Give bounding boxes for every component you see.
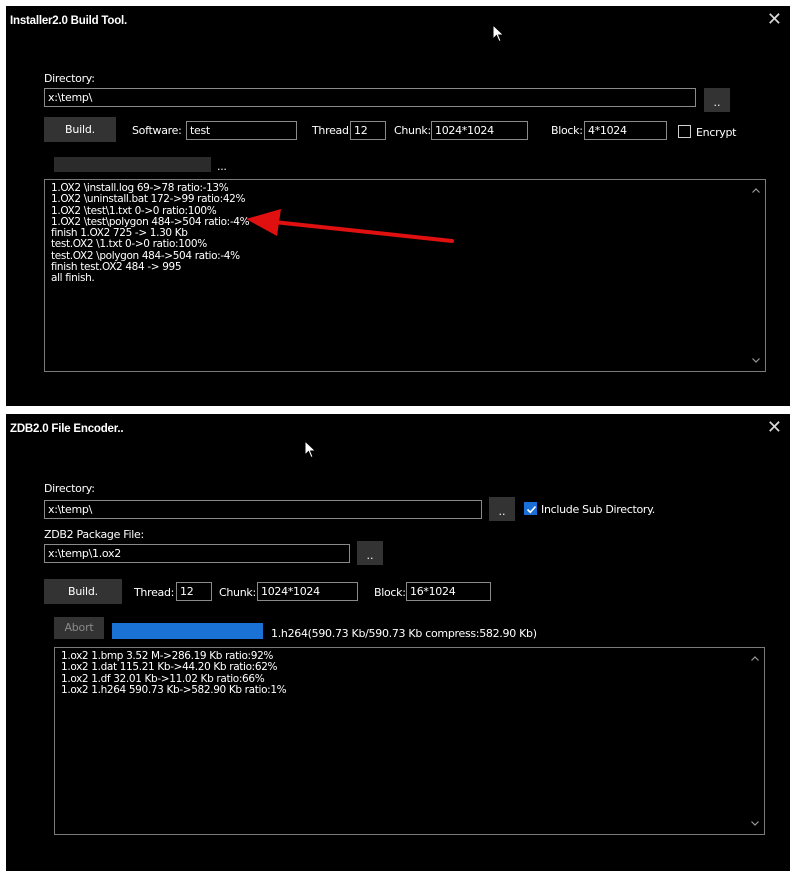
progress-bar bbox=[54, 157, 211, 172]
build-button[interactable]: Build. bbox=[44, 579, 122, 604]
log-lines: 1.ox2 1.bmp 3.52 M->286.19 Kb ratio:92% 1… bbox=[61, 650, 287, 696]
encrypt-checkbox[interactable] bbox=[678, 125, 691, 138]
directory-label: Directory: bbox=[44, 72, 95, 85]
block-input[interactable]: 4*1024 bbox=[584, 121, 667, 140]
thread-input[interactable]: 12 bbox=[176, 582, 212, 601]
installer-build-tool-window: Installer2.0 Build Tool. ✕ Directory: x:… bbox=[6, 6, 790, 406]
log-line: 1.ox2 1.h264 590.73 Kb->582.90 Kb ratio:… bbox=[61, 683, 287, 696]
thread-input[interactable]: 12 bbox=[350, 121, 386, 140]
scroll-up-icon[interactable] bbox=[751, 186, 761, 196]
chunk-input[interactable]: 1024*1024 bbox=[257, 582, 358, 601]
chunk-label: Chunk: bbox=[219, 586, 256, 599]
scroll-down-icon[interactable] bbox=[751, 355, 761, 365]
scroll-down-icon[interactable] bbox=[750, 818, 760, 828]
directory-label: Directory: bbox=[44, 482, 95, 495]
browse-package-button[interactable]: .. bbox=[357, 541, 383, 565]
title-bar[interactable]: ZDB2.0 File Encoder.. ✕ bbox=[6, 414, 790, 448]
package-file-input[interactable]: x:\temp\1.ox2 bbox=[44, 544, 350, 563]
progress-fill bbox=[112, 623, 263, 639]
encrypt-label: Encrypt bbox=[696, 126, 737, 139]
block-input[interactable]: 16*1024 bbox=[406, 582, 491, 601]
thread-label: Thread: bbox=[134, 586, 175, 599]
include-sub-directory-label: Include Sub Directory. bbox=[541, 503, 655, 516]
log-line: all finish. bbox=[51, 272, 95, 285]
chunk-label: Chunk: bbox=[394, 124, 431, 137]
chunk-input[interactable]: 1024*1024 bbox=[431, 121, 528, 140]
close-icon[interactable]: ✕ bbox=[767, 419, 782, 437]
block-label: Block: bbox=[551, 124, 583, 137]
mouse-cursor-icon bbox=[492, 24, 505, 43]
log-output[interactable]: 1.OX2 \install.log 69->78 ratio:-13% 1.OX… bbox=[44, 179, 766, 372]
scroll-up-icon[interactable] bbox=[750, 654, 760, 664]
build-button[interactable]: Build. bbox=[44, 117, 116, 142]
log-output[interactable]: 1.ox2 1.bmp 3.52 M->286.19 Kb ratio:92% 1… bbox=[54, 647, 765, 835]
browse-directory-button[interactable]: .. bbox=[704, 88, 730, 112]
mouse-cursor-icon bbox=[304, 440, 317, 459]
directory-input[interactable]: x:\temp\ bbox=[44, 500, 482, 519]
directory-input[interactable]: x:\temp\ bbox=[44, 88, 696, 107]
software-input[interactable]: test bbox=[186, 121, 297, 140]
package-file-label: ZDB2 Package File: bbox=[44, 528, 144, 541]
log-lines: 1.OX2 \install.log 69->78 ratio:-13% 1.OX… bbox=[51, 182, 250, 285]
include-sub-directory-checkbox[interactable] bbox=[524, 502, 537, 515]
browse-directory-button[interactable]: .. bbox=[489, 497, 515, 521]
title-bar[interactable]: Installer2.0 Build Tool. ✕ bbox=[6, 6, 790, 40]
zdb-file-encoder-window: ZDB2.0 File Encoder.. ✕ Directory: x:\te… bbox=[6, 414, 790, 871]
log-line: 1.OX2 \uninstall.bat 172->99 ratio:42% bbox=[51, 193, 246, 206]
abort-button[interactable]: Abort bbox=[54, 617, 104, 639]
log-line: 1.ox2 1.dat 115.21 Kb->44.20 Kb ratio:62… bbox=[61, 661, 278, 674]
progress-ellipsis: ... bbox=[217, 160, 227, 173]
progress-bar bbox=[112, 623, 263, 639]
thread-label: Thread: bbox=[312, 124, 353, 137]
progress-text: 1.h264(590.73 Kb/590.73 Kb compress:582.… bbox=[271, 627, 537, 640]
software-label: Software: bbox=[132, 124, 182, 137]
block-label: Block: bbox=[374, 586, 406, 599]
window-title: Installer2.0 Build Tool. bbox=[10, 15, 128, 27]
close-icon[interactable]: ✕ bbox=[767, 11, 782, 29]
window-title: ZDB2.0 File Encoder.. bbox=[10, 423, 124, 435]
checkmark-icon bbox=[526, 505, 537, 514]
